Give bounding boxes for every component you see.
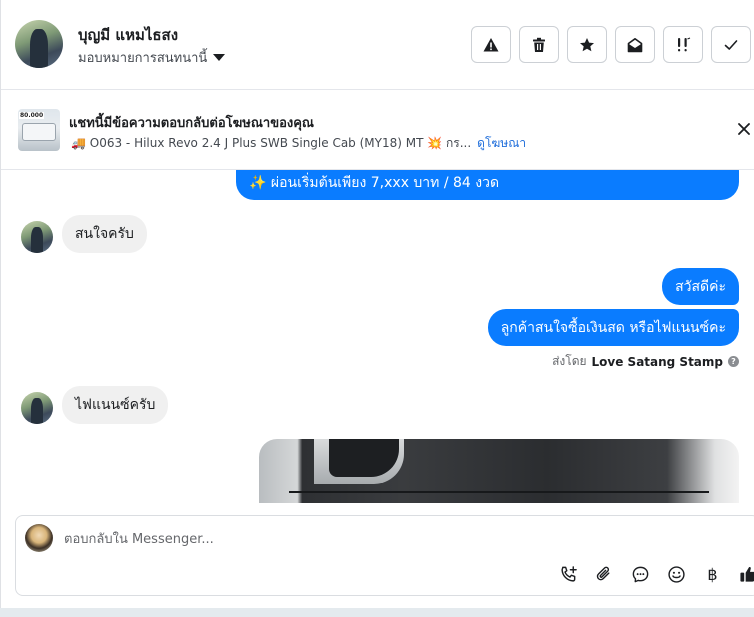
composer-tools: ฿ xyxy=(558,564,754,585)
thumbs-up-icon[interactable] xyxy=(738,564,754,585)
page-footer-strip xyxy=(0,608,754,617)
message-text: ลูกค้าสนใจซื้อเงินสด หรือไฟแนนซ์คะ xyxy=(500,319,726,336)
message-incoming[interactable]: สนใจครับ xyxy=(62,215,147,253)
check-icon xyxy=(724,39,738,50)
message-text: ✨ ผ่อนเริ่มต้นเพียง 7,xxx บาท / 84 งวด xyxy=(249,174,500,191)
sent-by-prefix: ส่งโดย xyxy=(552,354,587,368)
message-outgoing[interactable]: ลูกค้าสนใจซื้อเงินสด หรือไฟแนนซ์คะ xyxy=(487,309,739,346)
reply-input[interactable] xyxy=(64,527,664,551)
add-call-icon[interactable] xyxy=(558,564,579,585)
contact-avatar[interactable] xyxy=(15,20,63,68)
follow-up-icon xyxy=(678,37,691,51)
message-text: สนใจครับ xyxy=(75,226,134,242)
message-incoming[interactable]: ไฟแนนซ์ครับ xyxy=(62,386,169,424)
page-avatar xyxy=(25,524,53,552)
star-icon xyxy=(580,37,594,51)
paperclip-icon[interactable] xyxy=(594,564,615,585)
follow-up-button[interactable] xyxy=(663,26,703,63)
message-outgoing[interactable]: ✨ ผ่อนเริ่มต้นเพียง 7,xxx บาท / 84 งวด xyxy=(236,170,739,200)
message-thread[interactable]: ✨ ผ่อนเริ่มต้นเพียง 7,xxx บาท / 84 งวด ส… xyxy=(1,170,754,503)
message-text: สวัสดีค่ะ xyxy=(675,278,726,295)
emoji-icon[interactable] xyxy=(666,564,687,585)
ad-banner-subtitle: 🚚 O063 - Hilux Revo 2.4 J Plus SWB Singl… xyxy=(71,134,526,153)
trash-icon xyxy=(533,37,545,52)
close-icon[interactable] xyxy=(736,121,752,137)
conversation-header: บุญมี แหมไธสง มอบหมายการสนทนานี้ xyxy=(1,0,754,90)
door-panel-line xyxy=(289,491,709,493)
truck-image xyxy=(22,123,56,141)
info-icon[interactable]: ? xyxy=(728,356,739,367)
contact-avatar-small[interactable] xyxy=(21,392,53,424)
sent-by-name: Love Satang Stamp xyxy=(591,354,723,369)
contact-name[interactable]: บุญมี แหมไธสง xyxy=(78,23,178,47)
view-ad-link[interactable]: ดูโฆษณา xyxy=(477,134,526,153)
conversation-panel: บุญมี แหมไธสง มอบหมายการสนทนานี้ 80.000 … xyxy=(0,0,754,608)
reply-composer: ฿ xyxy=(15,515,754,596)
message-outgoing[interactable]: สวัสดีค่ะ xyxy=(662,268,739,305)
contact-avatar-small[interactable] xyxy=(21,221,53,253)
ad-banner-title: แชทนี้มีข้อความตอบกลับต่อโฆษณาของคุณ xyxy=(69,116,314,131)
baht-icon[interactable]: ฿ xyxy=(702,564,723,585)
ad-description: 🚚 O063 - Hilux Revo 2.4 J Plus SWB Singl… xyxy=(71,136,472,150)
envelope-open-icon xyxy=(627,37,643,52)
mark-unread-button[interactable] xyxy=(615,26,655,63)
chat-bubble-icon[interactable] xyxy=(630,564,651,585)
star-button[interactable] xyxy=(567,26,607,63)
mark-done-button[interactable] xyxy=(711,26,751,63)
ad-thumbnail[interactable]: 80.000 xyxy=(18,109,60,151)
assign-conversation-dropdown[interactable]: มอบหมายการสนทนานี้ xyxy=(78,47,226,68)
message-text: ไฟแนนซ์ครับ xyxy=(75,397,156,413)
sent-by-label: ส่งโดย Love Satang Stamp ? xyxy=(552,352,739,371)
warning-icon xyxy=(483,37,499,51)
ad-thumbnail-price-tag: 80.000 xyxy=(19,112,45,119)
caret-down-icon xyxy=(213,54,226,61)
assign-label: มอบหมายการสนทนานี้ xyxy=(78,51,208,66)
message-photo[interactable] xyxy=(259,439,739,503)
report-button[interactable] xyxy=(471,26,511,63)
header-actions xyxy=(471,26,751,63)
delete-button[interactable] xyxy=(519,26,559,63)
